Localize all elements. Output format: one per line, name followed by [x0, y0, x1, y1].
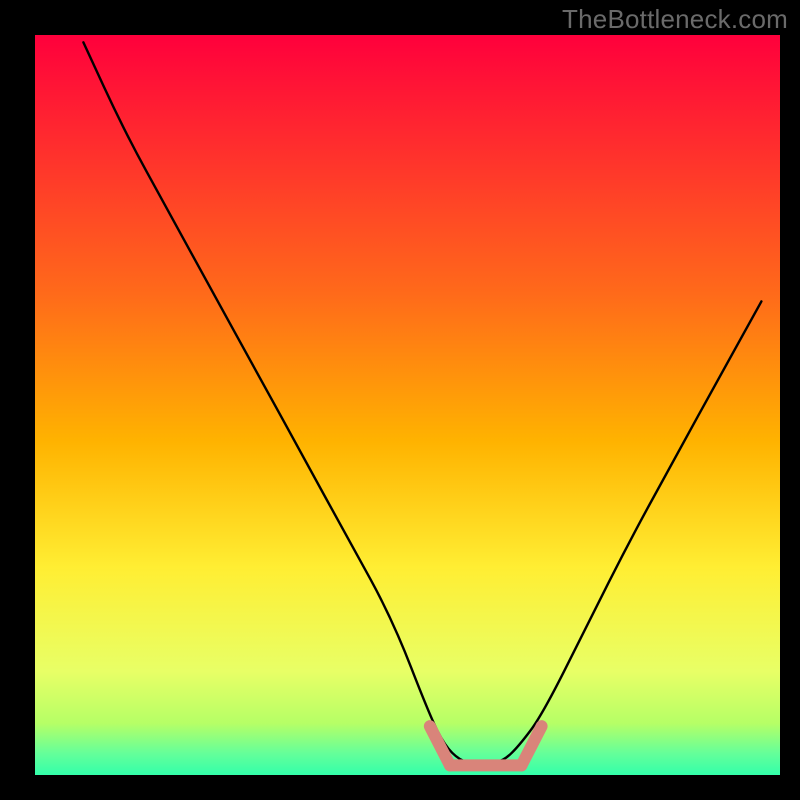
chart-container: TheBottleneck.com [0, 0, 800, 800]
watermark-text: TheBottleneck.com [562, 4, 788, 35]
bottleneck-chart [0, 0, 800, 800]
gradient-background [35, 35, 780, 775]
